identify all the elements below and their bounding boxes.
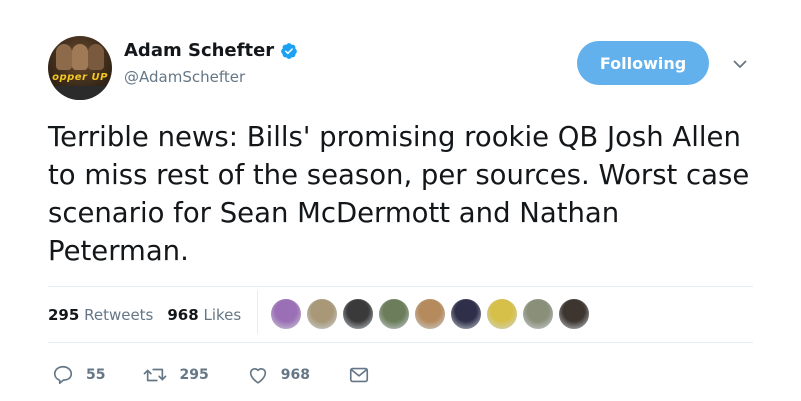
avatar-figure [88, 44, 104, 70]
liker-avatar[interactable] [414, 298, 446, 330]
liker-avatars [270, 298, 594, 330]
reply-button[interactable]: 55 [52, 364, 105, 386]
likes-count: 968 [167, 306, 199, 324]
divider [48, 342, 753, 343]
liker-avatar[interactable] [486, 298, 518, 330]
like-button[interactable]: 968 [247, 364, 310, 386]
liker-avatar[interactable] [306, 298, 338, 330]
reply-icon [53, 365, 73, 385]
retweet-icon [144, 368, 167, 382]
user-names: Adam Schefter @AdamSchefter [124, 40, 298, 86]
envelope-icon [349, 367, 369, 383]
likes-label: Likes [203, 306, 242, 324]
avatar-band [48, 86, 112, 100]
avatar-logo-text: opper UP [52, 72, 108, 83]
retweets-count: 295 [48, 306, 80, 324]
display-name[interactable]: Adam Schefter [124, 40, 298, 62]
reply-count: 55 [86, 367, 106, 383]
like-count: 968 [280, 367, 310, 383]
retweets-stat[interactable]: 295 Retweets [48, 306, 153, 324]
avatar-figure [72, 44, 88, 70]
liker-avatar[interactable] [522, 298, 554, 330]
tweet-stats: 295 Retweets 968 Likes [48, 296, 255, 334]
likes-stat[interactable]: 968 Likes [167, 306, 241, 324]
liker-avatar[interactable] [558, 298, 590, 330]
liker-avatar[interactable] [270, 298, 302, 330]
avatar[interactable]: opper UP [48, 36, 112, 100]
following-button[interactable]: Following [577, 41, 709, 85]
display-name-text: Adam Schefter [124, 40, 275, 61]
avatar-figure [56, 44, 72, 70]
liker-avatar[interactable] [342, 298, 374, 330]
liker-avatar[interactable] [450, 298, 482, 330]
chevron-down-icon[interactable] [732, 56, 748, 72]
divider [48, 286, 753, 287]
retweet-count: 295 [179, 367, 209, 383]
heart-icon [249, 368, 266, 384]
tweet-header: opper UP Adam Schefter @AdamSchefter Fol… [48, 36, 768, 100]
tweet-text: Terrible news: Bills' promising rookie Q… [48, 121, 750, 267]
retweet-button[interactable]: 295 [143, 364, 209, 386]
verified-badge-icon [280, 42, 298, 60]
tweet-actions: 55 295 968 [52, 364, 420, 386]
direct-message-button[interactable] [348, 364, 382, 386]
liker-avatar[interactable] [378, 298, 410, 330]
user-handle[interactable]: @AdamSchefter [124, 68, 298, 86]
stats-separator [257, 290, 258, 334]
retweets-label: Retweets [84, 306, 154, 324]
